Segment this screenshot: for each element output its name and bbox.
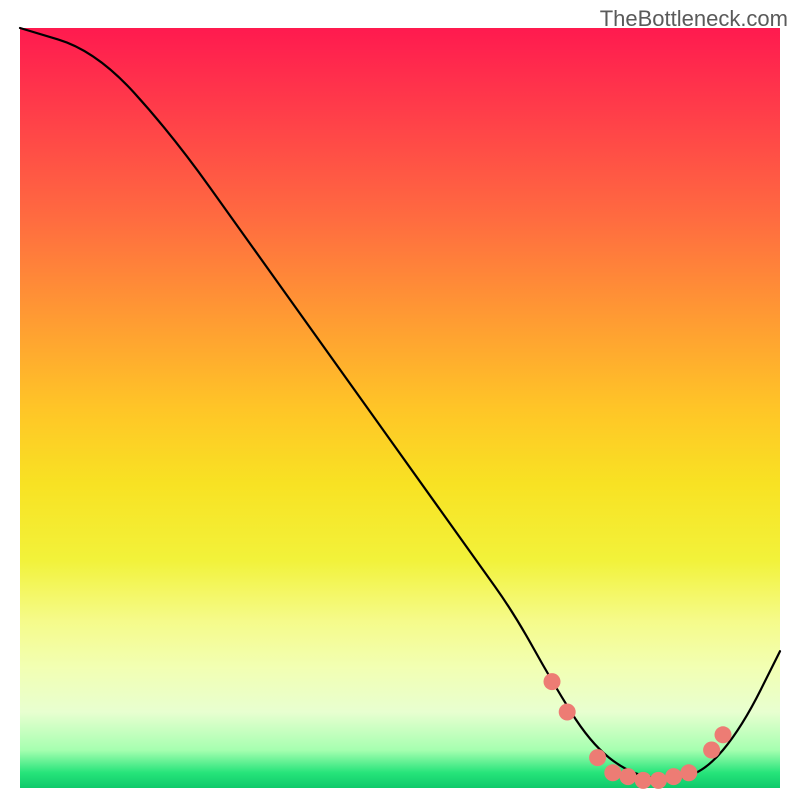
curve-marker <box>544 673 561 690</box>
curve-markers <box>544 673 732 789</box>
curve-marker <box>715 726 732 743</box>
curve-marker <box>635 772 652 789</box>
curve-marker <box>665 768 682 785</box>
curve-marker <box>680 764 697 781</box>
curve-marker <box>620 768 637 785</box>
chart-container: TheBottleneck.com <box>0 0 800 800</box>
chart-svg <box>20 28 780 788</box>
curve-marker <box>559 704 576 721</box>
bottleneck-curve <box>20 28 780 779</box>
curve-marker <box>703 742 720 759</box>
watermark-text: TheBottleneck.com <box>600 6 788 32</box>
curve-marker <box>650 772 667 789</box>
plot-area <box>20 28 780 788</box>
curve-marker <box>604 764 621 781</box>
curve-marker <box>589 749 606 766</box>
